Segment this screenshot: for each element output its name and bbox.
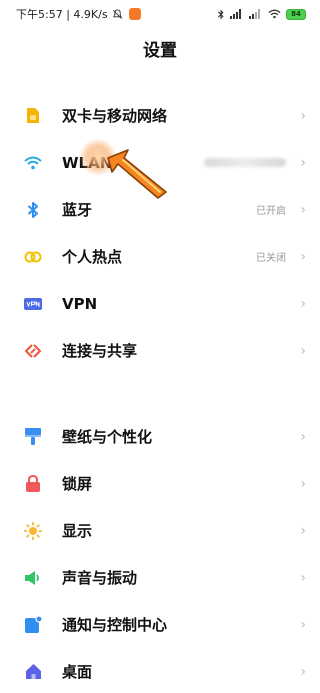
chevron-right-icon: › [300, 475, 306, 492]
hotspot-icon [24, 248, 42, 266]
setting-vpn[interactable]: VPN › [0, 280, 320, 327]
setting-desktop[interactable]: 桌面 › [0, 648, 320, 693]
wifi-status-icon [268, 9, 281, 19]
setting-label: 双卡与移动网络 [62, 107, 168, 125]
chevron-right-icon: › [300, 342, 306, 359]
chevron-right-icon: › [300, 428, 306, 445]
setting-label: 显示 [62, 522, 93, 540]
setting-label: 连接与共享 [62, 342, 138, 360]
setting-wlan[interactable]: WLAN › [0, 139, 320, 186]
setting-label: 壁纸与个性化 [62, 428, 153, 446]
home-icon [24, 663, 42, 681]
setting-display[interactable]: 显示 › [0, 507, 320, 554]
status-right: 84 [217, 8, 306, 20]
chevron-right-icon: › [300, 663, 306, 680]
setting-label: VPN [62, 294, 98, 313]
setting-label: 锁屏 [62, 475, 93, 493]
wifi-icon [24, 154, 42, 172]
chevron-right-icon: › [300, 248, 306, 265]
chevron-right-icon: › [300, 295, 306, 312]
setting-label: 桌面 [62, 663, 93, 681]
setting-label: WLAN [62, 153, 113, 172]
chevron-right-icon: › [300, 107, 306, 124]
chevron-right-icon: › [300, 201, 306, 218]
paint-brush-icon [24, 428, 42, 446]
share-icon [24, 342, 42, 360]
sim-card-icon [24, 107, 42, 125]
setting-label: 蓝牙 [62, 201, 93, 219]
chevron-right-icon: › [300, 616, 306, 633]
signal-icon-1 [230, 9, 241, 19]
setting-hotspot[interactable]: 个人热点 已关闭 › [0, 233, 320, 280]
vpn-icon [24, 295, 42, 313]
status-left: 下午5:57 | 4.9K/s [16, 6, 141, 22]
setting-wallpaper[interactable]: 壁纸与个性化 › [0, 413, 320, 460]
setting-connection-sharing[interactable]: 连接与共享 › [0, 327, 320, 374]
setting-sound[interactable]: 声音与振动 › [0, 554, 320, 601]
setting-lock-screen[interactable]: 锁屏 › [0, 460, 320, 507]
notification-icon [24, 616, 42, 634]
mute-icon [112, 8, 122, 19]
sun-icon [24, 521, 42, 540]
lock-icon [24, 475, 42, 493]
page-title: 设置 [143, 41, 177, 61]
setting-label: 个人热点 [62, 248, 123, 266]
chevron-right-icon: › [300, 522, 306, 539]
speaker-icon [24, 569, 42, 587]
setting-label: 通知与控制中心 [62, 616, 168, 634]
bluetooth-icon [24, 201, 42, 219]
status-time-speed: 下午5:57 | 4.9K/s [16, 8, 108, 21]
setting-dual-sim[interactable]: 双卡与移动网络 › [0, 92, 320, 139]
setting-bluetooth[interactable]: 蓝牙 已开启 › [0, 186, 320, 233]
status-bar: 下午5:57 | 4.9K/s 84 [0, 0, 320, 28]
setting-notifications[interactable]: 通知与控制中心 › [0, 601, 320, 648]
signal-icon-2 [249, 9, 260, 19]
chevron-right-icon: › [300, 569, 306, 586]
settings-group-personalization: 壁纸与个性化 › 锁屏 › 显示 › 声音与振动 › 通知与控制中心 › 桌面 … [0, 413, 320, 693]
setting-value: 已开启 [256, 206, 286, 217]
settings-group-network: 双卡与移动网络 › WLAN › 蓝牙 已开启 › 个人热点 已关闭 › VPN… [0, 92, 320, 374]
bluetooth-status-icon [217, 9, 224, 19]
chevron-right-icon: › [300, 154, 306, 171]
wlan-network-name-blurred [204, 158, 286, 167]
setting-label: 声音与振动 [62, 569, 138, 587]
battery-icon: 84 [286, 8, 306, 20]
app-notification-icon [128, 8, 141, 20]
setting-value: 已关闭 [256, 253, 286, 264]
